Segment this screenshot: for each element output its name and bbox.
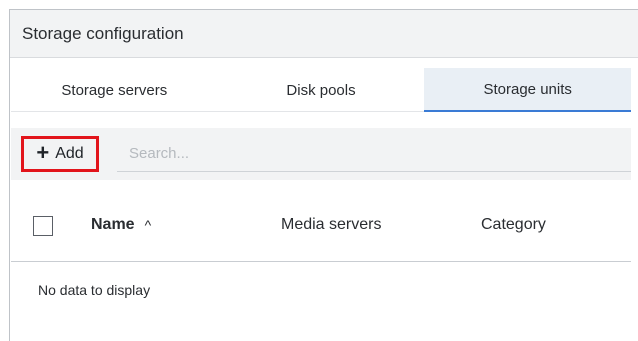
panel-title: Storage configuration — [22, 23, 184, 43]
column-header-category[interactable]: Category — [481, 216, 546, 234]
tab-storage-servers[interactable]: Storage servers — [11, 68, 218, 112]
plus-icon: + — [36, 140, 50, 165]
toolbar: + Add — [11, 128, 631, 180]
tab-bar: Storage servers Disk pools Storage units — [11, 68, 632, 112]
column-header-media-servers[interactable]: Media servers — [281, 216, 381, 234]
add-button[interactable]: + Add — [21, 136, 99, 172]
select-all-checkbox[interactable] — [33, 216, 53, 236]
table-header: Name ^ Media servers Category — [11, 190, 631, 262]
search-input[interactable] — [117, 136, 631, 172]
column-header-name[interactable]: Name ^ — [91, 216, 151, 234]
tab-storage-units[interactable]: Storage units — [424, 68, 632, 112]
column-name-label: Name — [91, 216, 135, 233]
tab-disk-pools[interactable]: Disk pools — [218, 68, 425, 112]
panel-header: Storage configuration — [10, 10, 638, 58]
empty-state-message: No data to display — [38, 282, 151, 298]
sort-ascending-icon[interactable]: ^ — [145, 217, 152, 233]
add-button-label: Add — [55, 145, 84, 162]
